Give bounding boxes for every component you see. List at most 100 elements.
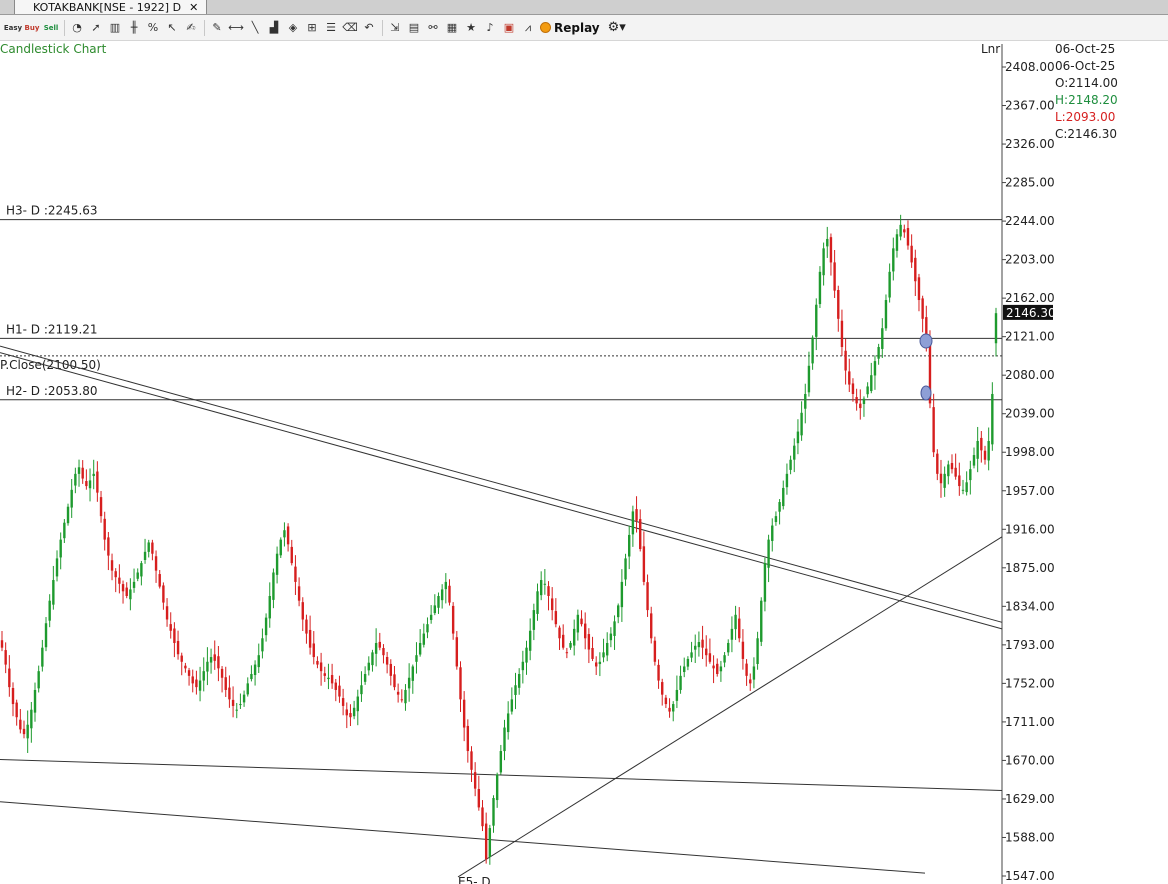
candle-body [407,677,411,689]
candle-body [151,542,154,554]
alert-marker [920,385,932,401]
candle-body [503,727,506,752]
candle-body [760,600,763,642]
candle-body [829,237,833,263]
candle-body [162,585,165,603]
axis-tick-label: 2203.00 [1005,253,1055,267]
candle-body [224,677,227,690]
axis-tick-label: 2039.00 [1005,407,1055,421]
candle-body [756,638,759,664]
candle-body [749,679,752,684]
candle-body [440,589,444,601]
candle-body [484,823,488,860]
axis-tick-label: 2121.00 [1005,330,1055,344]
candle-body [895,234,899,251]
candle-body [294,566,297,582]
candle-body [525,647,528,663]
candle-body [606,642,609,656]
candle-body [580,618,583,625]
candle-body [837,290,840,319]
candle-body [583,623,587,639]
candle-body [173,628,176,643]
candle-body [554,611,558,625]
candle-body [646,582,649,611]
candle-body [936,453,939,474]
pivot-level-label: H2- D :2053.80 [6,384,98,398]
axis-tick-label: 1957.00 [1005,484,1055,498]
candle-body [723,655,726,663]
axis-tick-label: 1629.00 [1005,792,1055,806]
candle-body [110,560,114,571]
candle-body [426,624,429,633]
candle-body [400,699,404,701]
candle-body [870,375,873,392]
candle-body [422,633,426,645]
candle-body [506,713,510,733]
candle-body [767,539,770,568]
candle-body [672,704,675,712]
price-chart[interactable]: 2408.00 2367.00 2326.00 2285.00 2244.00 2203.… [0,0,1168,884]
candle-body [661,682,664,695]
candle-body [675,689,679,701]
candle-body [52,580,55,605]
trend-line [0,345,1003,623]
candle-body [290,546,293,564]
candle-body [246,683,249,695]
candle-body [121,584,125,592]
candle-body [576,614,580,633]
candle-body [587,634,591,650]
candle-body [598,661,602,665]
candle-body [782,487,785,507]
candle-body [371,652,374,666]
candle-body [954,467,957,477]
candle-body [22,728,26,735]
candle-body [745,663,748,676]
candle-body [334,682,337,690]
candle-body [961,489,965,491]
candle-body [539,580,543,596]
candle-body [495,774,499,801]
candle-body [914,257,917,282]
candle-body [114,571,117,578]
candle-body [4,650,7,665]
candle-body [279,539,282,556]
candle-body [235,709,238,711]
candle-body [804,393,807,409]
candle-body [88,480,92,489]
candle-body [11,687,15,705]
candle-body [965,482,968,493]
candle-body [466,725,470,752]
candle-body [899,224,902,237]
candle-body [129,589,132,600]
axis-tick-label: 2326.00 [1005,137,1055,151]
candle-body [635,509,638,521]
candle-body [848,371,851,385]
candle-body [851,383,855,394]
candle-body [639,519,642,550]
candle-body [932,407,935,453]
candle-body [165,606,169,620]
candle-body [448,585,451,603]
candle-body [561,634,565,648]
candle-body [195,679,198,688]
candle-body [338,685,341,697]
candle-body [206,661,209,672]
candle-body [349,713,352,718]
candle-body [947,464,950,477]
candle-body [283,530,286,538]
candle-body [481,807,484,827]
candle-body [892,248,895,272]
candle-body [657,664,660,681]
candle-body [778,502,781,512]
candle-body [385,656,389,665]
candle-body [30,709,33,729]
candle-body [15,702,18,718]
candle-body [470,751,473,770]
candle-body [991,393,994,445]
candle-body [242,694,246,703]
candle-body [404,689,407,704]
axis-tick-label: 1547.00 [1005,869,1055,883]
candle-body [572,628,576,646]
candle-body [154,556,158,571]
candle-body [459,667,462,700]
